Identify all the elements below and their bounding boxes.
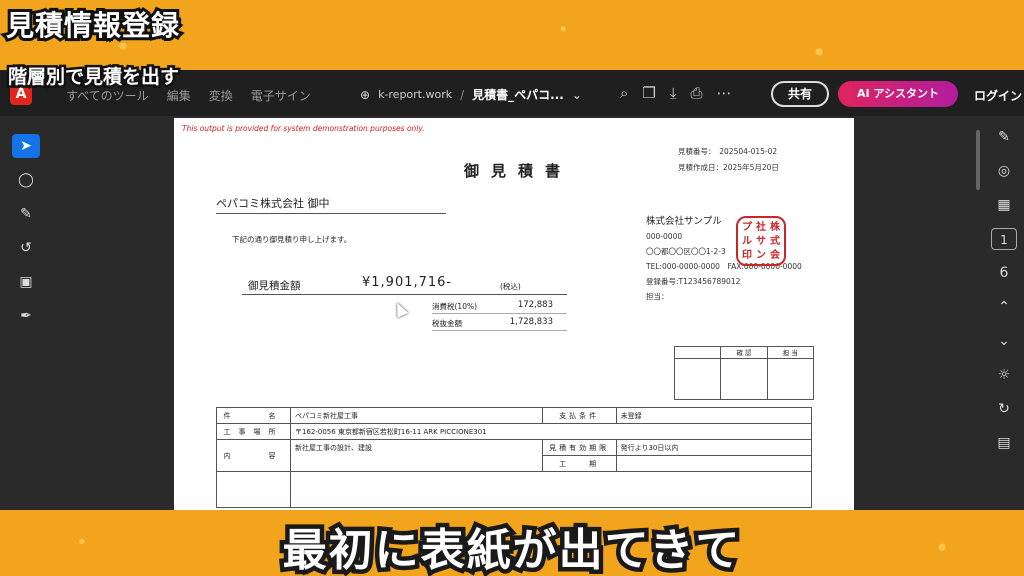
validity-value: 発行より30日以内: [615, 439, 813, 456]
estimate-no-label: 見積番号：: [678, 147, 712, 156]
refresh-icon[interactable]: ↻: [991, 398, 1017, 420]
edit-pdf-icon[interactable]: ✎: [991, 126, 1017, 148]
brightness-icon[interactable]: ☼: [991, 364, 1017, 386]
right-tool-rail: ✎ ◎ ▦ 1 6 ⌃ ⌄ ☼ ↻ ▤: [986, 126, 1022, 454]
content-label: 内 容: [216, 439, 291, 472]
person-in-charge: 担当：: [646, 292, 669, 301]
main-menu: すべてのツール 編集 変換 電子サイン: [66, 87, 311, 104]
sign-icon[interactable]: ✒: [12, 304, 40, 328]
created-label: 見積作成日：: [678, 163, 723, 172]
tax-label: 消費税(10%): [432, 302, 478, 311]
tax-row: 消費税(10%) 172,883: [432, 298, 567, 314]
estimate-meta: 見積番号： 202504-015-02 見積作成日：2025年5月20日: [678, 144, 779, 176]
greeting-text: 下記の通り御見積り申し上げます。: [232, 235, 352, 244]
share-button[interactable]: 共有: [771, 81, 829, 107]
approval-header: [675, 347, 720, 358]
approval-header-charge: 担 当: [766, 347, 813, 358]
page-thumbnails-icon[interactable]: ❐: [642, 84, 655, 102]
overlay-title: 見積情報登録: [3, 6, 182, 45]
toolbar-icons: ⌕ ❐ ⤓ ⎙ ⋯: [620, 84, 732, 102]
seal-char: サ: [756, 236, 766, 247]
document-page: This output is provided for system demon…: [174, 118, 854, 510]
globe-icon: ⊕: [360, 87, 371, 102]
site-name[interactable]: k-report.work: [378, 88, 452, 101]
left-tool-rail: ➤ ◯ ✎ ↺ ▣ ✒: [8, 134, 44, 328]
payment-value: 未登録: [615, 407, 813, 424]
comments-panel-icon[interactable]: ◎: [991, 160, 1017, 182]
breadcrumb-separator: /: [460, 87, 465, 102]
empty-label-cell: [216, 471, 291, 508]
item-value: ペパコミ新社屋工事: [290, 407, 543, 424]
pdf-viewer-window: A すべてのツール 編集 変換 電子サイン ⊕ k-report.work / …: [0, 70, 1024, 510]
menu-e-sign[interactable]: 電子サイン: [251, 87, 311, 104]
estimate-no: 202504-015-02: [719, 147, 778, 156]
seal-char: 会: [770, 250, 780, 261]
content-value: 新社屋工事の設計、建設: [290, 439, 543, 472]
select-icon[interactable]: ➤: [12, 134, 40, 158]
file-name[interactable]: 見積書_ペパコ...: [472, 86, 564, 103]
search-icon[interactable]: ⌕: [620, 84, 628, 102]
chevron-up-icon[interactable]: ⌃: [991, 296, 1017, 318]
period-label: 工 期: [541, 455, 617, 472]
page-total: 6: [999, 265, 1009, 281]
menu-all-tools[interactable]: すべてのツール: [66, 87, 149, 104]
video-subtitle: 最初に表紙が出てきて: [278, 521, 744, 576]
seal-char: プ: [742, 222, 752, 233]
chevron-down-icon[interactable]: ⌄: [991, 330, 1017, 352]
tax-included-note: (税込): [500, 282, 521, 291]
total-label: 御見積金額: [248, 280, 301, 292]
chevron-down-icon[interactable]: ⌄: [572, 88, 582, 102]
document-title: 御見積書: [464, 162, 573, 180]
seal-char: 印: [742, 250, 752, 261]
item-label: 件 名: [216, 407, 291, 424]
seal-char: ル: [742, 236, 752, 247]
approval-header-confirm: 確 認: [720, 347, 766, 358]
client-name: ペパコミ株式会社 御中: [216, 195, 446, 214]
company-tel: TEL:000-0000-0000: [646, 262, 720, 271]
approval-box: 確 認 担 当: [674, 346, 814, 400]
overlay-subheading: 階層別で見積を出す: [5, 64, 181, 91]
print-icon[interactable]: ⎙: [691, 84, 703, 102]
seal-char: ン: [756, 250, 766, 261]
seal-char: 式: [770, 236, 780, 247]
created-date: 2025年5月20日: [723, 163, 779, 172]
menu-convert[interactable]: 変換: [209, 87, 233, 104]
seal-char: 株: [770, 222, 780, 233]
draw-icon[interactable]: ✎: [12, 202, 40, 226]
file-icon[interactable]: ▤: [991, 432, 1017, 454]
registration-number: 登録番号:T123456789012: [646, 277, 741, 286]
period-value: [615, 455, 813, 472]
breadcrumb: ⊕ k-report.work / 見積書_ペパコ... ⌄: [360, 86, 582, 103]
menu-edit[interactable]: 編集: [167, 87, 191, 104]
pretax-label: 税抜金額: [432, 319, 462, 328]
estimate-info-table: 件 名 ペパコミ新社屋工事 支払条件 未登録 工事場所 〒162-0056 東京…: [216, 407, 813, 508]
empty-value-cell: [290, 471, 812, 508]
total-amount-row: 御見積金額 ¥1,901,716- (税込): [242, 273, 567, 295]
site-value: 〒162-0056 東京都新宿区若松町16-11 ARK PICCIONE301: [290, 423, 812, 440]
lasso-icon[interactable]: ↺: [12, 236, 40, 260]
text-box-icon[interactable]: ▣: [12, 270, 40, 294]
pretax-amount: 1,728,833: [509, 317, 553, 327]
download-icon[interactable]: ⤓: [670, 84, 677, 102]
scrollbar[interactable]: [976, 130, 980, 190]
comment-icon[interactable]: ◯: [12, 168, 40, 192]
ai-assistant-button[interactable]: AI アシスタント: [838, 81, 958, 107]
payment-label: 支払条件: [541, 407, 617, 424]
tax-amount: 172,883: [517, 300, 553, 310]
site-label: 工事場所: [216, 423, 291, 440]
grid-icon[interactable]: ▦: [991, 194, 1017, 216]
login-button[interactable]: ログイン: [974, 87, 1022, 104]
page-number-box[interactable]: 1: [991, 228, 1017, 250]
disclaimer-text: This output is provided for system demon…: [182, 124, 425, 133]
validity-label: 見積有効期限: [541, 439, 617, 456]
seal-char: 社: [756, 222, 766, 233]
total-amount: ¥1,901,716-: [362, 275, 453, 290]
pretax-row: 税抜金額 1,728,833: [432, 315, 567, 331]
company-seal-stamp: プ 社 株 ル サ 式 印 ン 会: [736, 216, 786, 266]
more-options-icon[interactable]: ⋯: [717, 84, 732, 102]
